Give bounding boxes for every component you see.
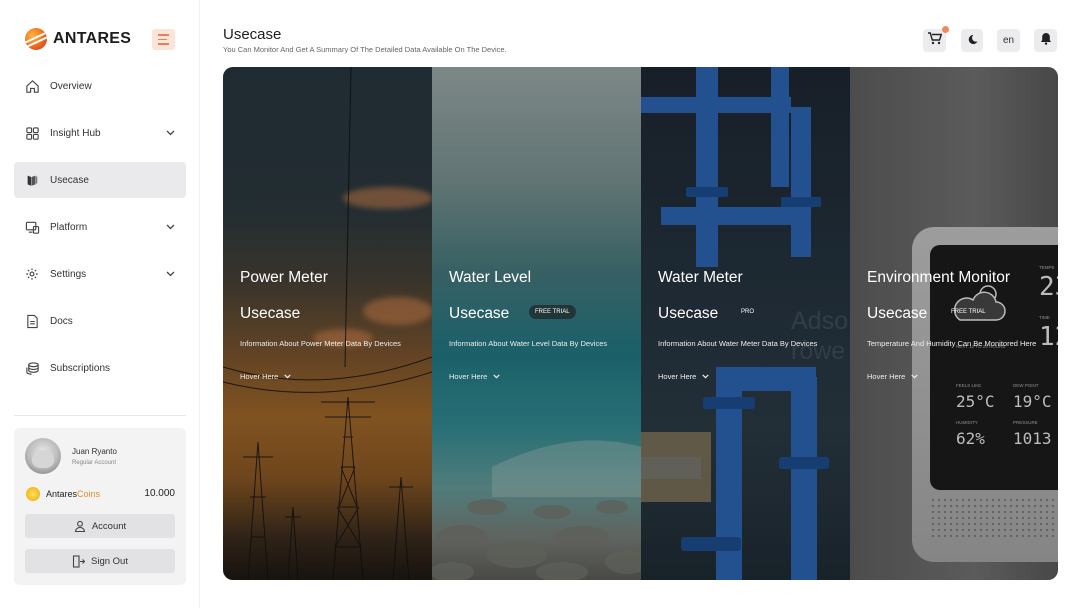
chevron-down-icon [284, 374, 291, 379]
usecase-icon [24, 172, 40, 188]
coin-icon [26, 487, 40, 501]
usecase-card-power-meter[interactable]: Power Meter Usecase Information About Po… [223, 67, 432, 580]
hover-here-label: Hover Here [240, 372, 279, 381]
language-label: en [1002, 35, 1015, 46]
sidebar-item-label: Settings [50, 268, 87, 280]
hover-here-toggle[interactable]: Hover Here [240, 372, 291, 381]
account-button-label: Account [91, 520, 127, 532]
hamburger-icon [158, 34, 169, 36]
account-button[interactable]: Account [25, 514, 175, 538]
usecase-title: Water Level [449, 269, 532, 286]
sidebar: ANTARES Overview Insight Hub Usecase Pla… [0, 0, 200, 608]
hover-here-toggle[interactable]: Hover Here [867, 372, 918, 381]
sidebar-item-platform[interactable]: Platform [14, 209, 186, 245]
gear-icon [24, 266, 40, 282]
hover-here-label: Hover Here [867, 372, 906, 381]
cart-badge [942, 26, 949, 33]
sidebar-item-label: Subscriptions [50, 362, 111, 374]
theme-toggle-button[interactable] [961, 29, 983, 52]
account-card: Juan Ryanto Regular Account AntaresCoins… [14, 428, 186, 585]
coins-label-accent: Coins [77, 489, 101, 499]
free-trial-badge: FREE TRIAL [529, 305, 576, 319]
usecase-description: Information About Water Meter Data By De… [658, 339, 818, 348]
avatar[interactable] [25, 438, 61, 474]
sidebar-item-usecase[interactable]: Usecase [14, 162, 186, 198]
sidebar-item-label: Docs [50, 315, 73, 327]
sidebar-nav: Overview Insight Hub Usecase Platform Se… [14, 68, 186, 397]
usecase-card-environment-monitor[interactable]: TEMPE 23 TIME 12 NEXT 12 TO 24 HOURS FEE… [850, 67, 1058, 580]
chevron-down-icon [493, 374, 500, 379]
usecase-description: Information About Water Level Data By De… [449, 339, 608, 348]
sidebar-item-label: Overview [50, 80, 92, 92]
chevron-down-icon [911, 374, 918, 379]
usecase-description: Information About Power Meter Data By De… [240, 339, 401, 348]
usecase-subtitle: Usecase [867, 305, 928, 322]
bell-icon [1040, 32, 1052, 50]
menu-toggle-button[interactable] [152, 29, 175, 50]
coins-label: AntaresCoins [46, 489, 100, 499]
sidebar-item-settings[interactable]: Settings [14, 256, 186, 292]
grid-icon [24, 125, 40, 141]
usecase-subtitle: Usecase [658, 305, 719, 322]
notifications-button[interactable] [1034, 29, 1057, 52]
usecase-subtitle: Usecase [240, 305, 301, 322]
usecase-description: Temperature And Humidity Can Be Monitore… [867, 339, 1037, 348]
home-icon [24, 78, 40, 94]
brand[interactable]: ANTARES [25, 28, 131, 50]
chevron-down-icon[interactable] [164, 268, 176, 280]
hover-here-toggle[interactable]: Hover Here [449, 372, 500, 381]
sign-out-icon [72, 554, 86, 568]
usecase-subtitle: Usecase [449, 305, 510, 322]
sidebar-item-docs[interactable]: Docs [14, 303, 186, 339]
coins-icon [24, 360, 40, 376]
sidebar-item-insight-hub[interactable]: Insight Hub [14, 115, 186, 151]
cart-button[interactable] [923, 26, 949, 52]
sign-out-button[interactable]: Sign Out [25, 549, 175, 573]
user-role: Regular Account [72, 460, 117, 466]
cart-icon [927, 31, 942, 50]
usecase-card-water-level[interactable]: Water Level Usecase FREE TRIAL Informati… [432, 67, 641, 580]
usecase-title: Power Meter [240, 269, 328, 286]
moon-icon [967, 32, 978, 50]
sidebar-item-label: Usecase [50, 174, 89, 186]
pro-badge: PRO [741, 309, 755, 315]
chevron-down-icon[interactable] [164, 127, 176, 139]
usecase-title: Environment Monitor [867, 269, 1011, 286]
brand-name: ANTARES [53, 30, 132, 47]
divider [14, 415, 186, 416]
page-title: Usecase [223, 26, 282, 43]
document-icon [24, 313, 40, 329]
usecase-card-water-meter[interactable]: Adso rowe Water Meter Usecase PRO Inform… [641, 67, 850, 580]
language-button[interactable]: en [997, 29, 1020, 52]
sign-out-button-label: Sign Out [91, 555, 128, 567]
sidebar-item-label: Platform [50, 221, 88, 233]
hover-here-toggle[interactable]: Hover Here [658, 372, 709, 381]
usecase-panels: Power Meter Usecase Information About Po… [223, 67, 1058, 580]
sidebar-item-subscriptions[interactable]: Subscriptions [14, 350, 186, 386]
sidebar-item-overview[interactable]: Overview [14, 68, 186, 104]
hover-here-label: Hover Here [658, 372, 697, 381]
chevron-down-icon [702, 374, 709, 379]
free-trial-badge: FREE TRIAL [951, 309, 986, 315]
usecase-title: Water Meter [658, 269, 743, 286]
coins-label-prefix: Antares [46, 489, 78, 499]
sidebar-item-label: Insight Hub [50, 127, 101, 139]
user-name: Juan Ryanto [72, 447, 117, 456]
coins-value: 10.000 [144, 488, 175, 499]
platform-icon [24, 219, 40, 235]
user-icon [74, 520, 86, 532]
page-subtitle: You Can Monitor And Get A Summary Of The… [223, 45, 507, 54]
antares-logo-icon [25, 28, 47, 50]
hover-here-label: Hover Here [449, 372, 488, 381]
chevron-down-icon[interactable] [164, 221, 176, 233]
